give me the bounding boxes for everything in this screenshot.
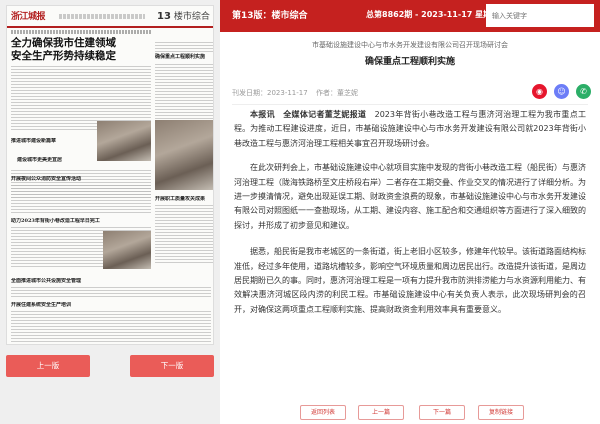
article-paragraph: 本报讯 全媒体记者董芝妮报道 2023年背街小巷改造工程与惠济河治理工程为我市重… <box>234 110 587 148</box>
article-subtitle: 市基础设施建设中心与市水务开发建设有限公司召开现场研讨会 <box>312 41 508 49</box>
copy-link-button[interactable]: 复制链接 <box>478 405 524 420</box>
top-bar: 第13版：楼市综合 总第8862期 - 2023-11-17 星期五 <box>220 0 600 32</box>
newspaper-headline: 全力确保我市住建领域 安全生产形势持续稳定 <box>11 37 116 62</box>
divider <box>232 104 588 105</box>
next-article-button[interactable]: 下一篇 <box>419 405 465 420</box>
prev-article-button[interactable]: 上一篇 <box>358 405 404 420</box>
wechat-share-icon[interactable]: ✆ <box>576 84 591 99</box>
newspaper-page-image[interactable]: 浙江城报 13 楼市综合 全力确保我市住建领域 安全生产形势持续稳定 确保重点工程… <box>6 5 214 345</box>
next-page-button[interactable]: 下一版 <box>130 355 214 377</box>
article-panel: 市基础设施建设中心与市水务开发建设有限公司召开现场研讨会 确保重点工程顺利实施 … <box>220 32 600 424</box>
newspaper-story-block[interactable]: 开展职工质量攻关成果 <box>155 196 213 265</box>
issue-label: 总第8862期 - 2023-11-17 星期五 <box>366 10 500 19</box>
edition-label: 第13版：楼市综合 <box>232 11 308 21</box>
weibo-share-icon[interactable]: ◉ <box>532 84 547 99</box>
article-title: 确保重点工程顺利实施 <box>364 57 455 67</box>
newspaper-photo <box>155 120 213 190</box>
newspaper-panel: 浙江城报 13 楼市综合 全力确保我市住建领域 安全生产形势持续稳定 确保重点工程… <box>0 0 220 424</box>
newspaper-story-block[interactable]: 全面推进城市公共设施安全管理 开展住建系统安全生产培训 <box>11 278 211 344</box>
article-paragraph: 在此次研判会上，市基础设施建设中心就项目实施中发现的背街小巷改造工程（船民街）与… <box>234 163 586 230</box>
article-body: 本报讯 全媒体记者董芝妮报道 2023年背街小巷改造工程与惠济河治理工程为我市重… <box>234 108 586 327</box>
newspaper-logo: 浙江城报 <box>11 12 46 22</box>
newspaper-page-number: 13 楼市综合 <box>157 11 210 22</box>
prev-page-button[interactable]: 上一版 <box>6 355 90 377</box>
newspaper-photo <box>97 121 151 161</box>
article-author: 作者：董芝妮 <box>316 89 358 97</box>
newspaper-masthead: 浙江城报 13 楼市综合 <box>7 6 213 28</box>
qq-share-icon[interactable]: ☺ <box>554 84 569 99</box>
newspaper-lead-story[interactable]: 全力确保我市住建领域 安全生产形势持续稳定 <box>11 30 151 96</box>
article-paragraph: 据悉，船民街是我市老城区的一条街道，街上老旧小区较多，修建年代较早。该街道路面结… <box>234 247 586 314</box>
newspaper-photo <box>103 231 151 269</box>
back-to-list-button[interactable]: 返回列表 <box>300 405 346 420</box>
article-date: 刊发日期：2023-11-17 <box>232 89 308 97</box>
search-input[interactable] <box>486 4 594 27</box>
